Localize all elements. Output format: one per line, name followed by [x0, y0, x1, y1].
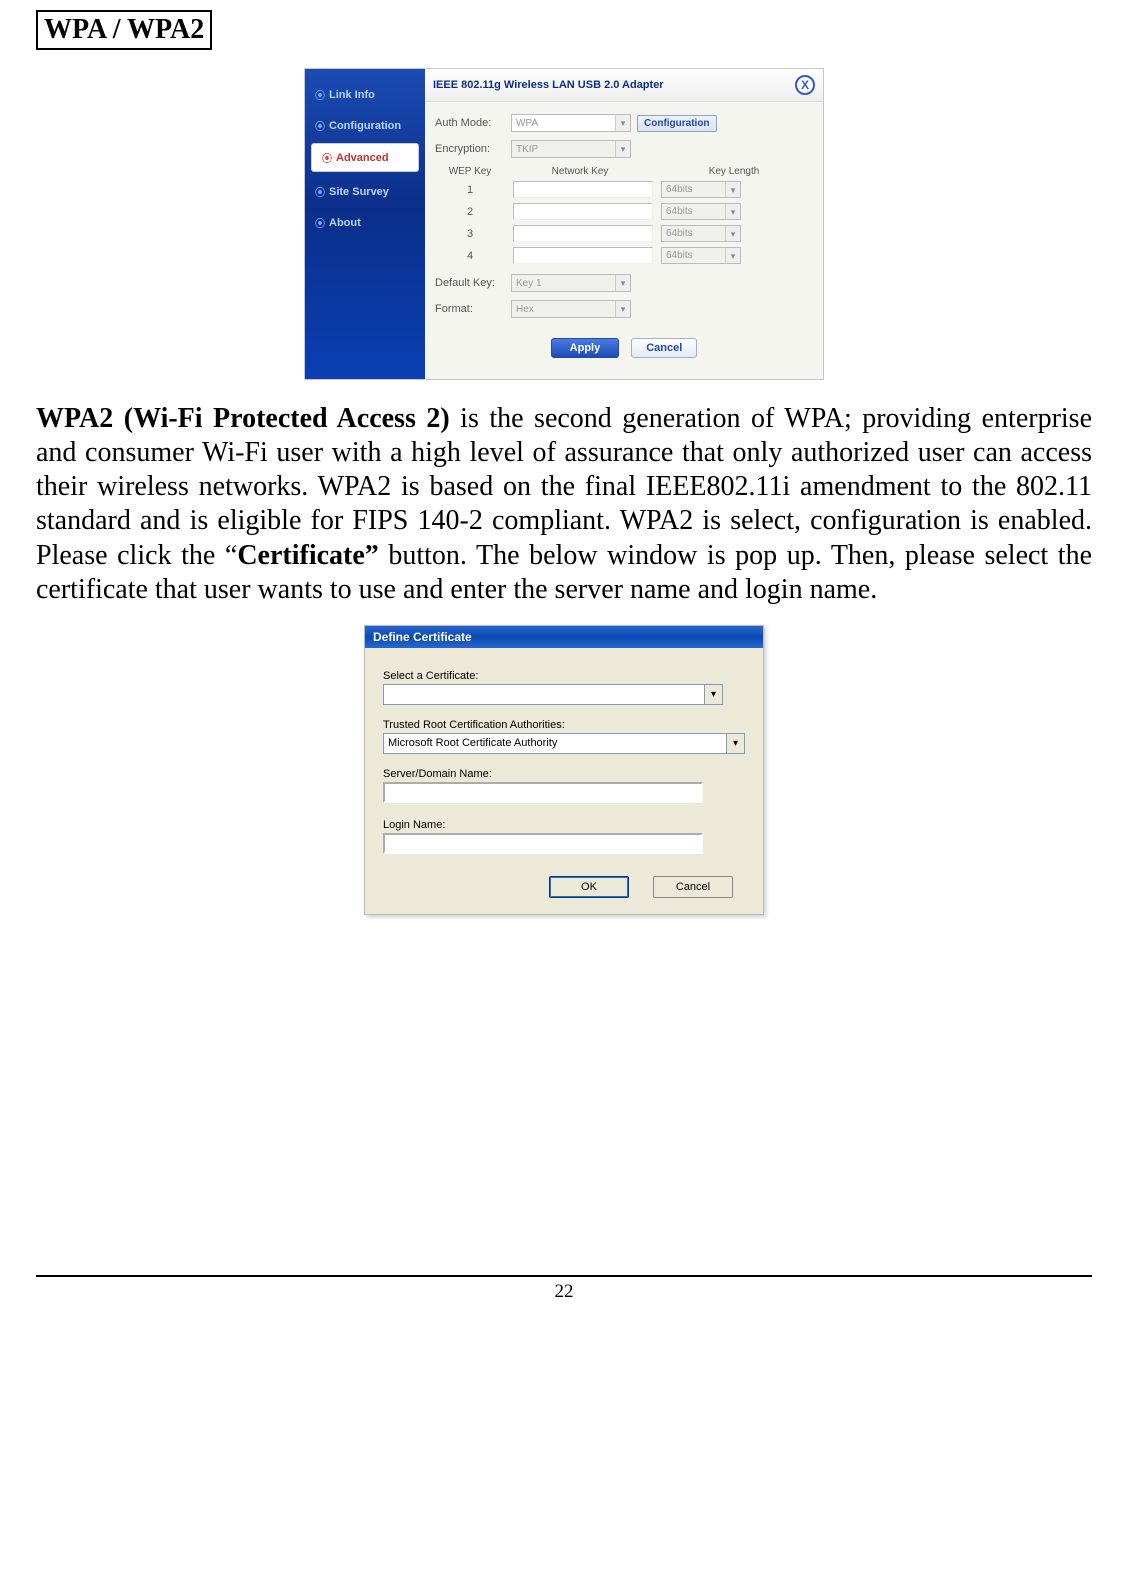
encryption-label: Encryption: — [435, 143, 505, 155]
nav-link-info[interactable]: ⦿ Link Info — [305, 81, 425, 108]
paragraph-lead: WPA2 (Wi-Fi Protected Access 2) — [36, 403, 450, 434]
auth-mode-label: Auth Mode: — [435, 117, 505, 129]
col-wep-key: WEP Key — [435, 166, 505, 177]
wep-row-3: 3 64bits — [435, 225, 813, 242]
format-label: Format: — [435, 303, 505, 315]
page-number: 22 — [36, 1275, 1092, 1303]
define-certificate-dialog: Define Certificate Select a Certificate:… — [364, 625, 764, 915]
wep-index: 2 — [435, 206, 505, 218]
wep-index: 1 — [435, 184, 505, 196]
key-length-select: 64bits — [661, 203, 741, 220]
nav-bullet-icon: ⦿ — [315, 118, 325, 133]
format-select: Hex — [511, 300, 631, 318]
key-length-select: 64bits — [661, 247, 741, 264]
nav-label: About — [329, 217, 361, 229]
nav-site-survey[interactable]: ⦿ Site Survey — [305, 178, 425, 205]
nav-configuration[interactable]: ⦿ Configuration — [305, 112, 425, 139]
select-certificate-label: Select a Certificate: — [383, 670, 745, 682]
key-length-select: 64bits — [661, 225, 741, 242]
nav-about[interactable]: ⦿ About — [305, 209, 425, 236]
apply-button[interactable]: Apply — [551, 338, 620, 358]
description-paragraph: WPA2 (Wi-Fi Protected Access 2) is the s… — [36, 402, 1092, 607]
wep-row-1: 1 64bits — [435, 181, 813, 198]
nav-label: Link Info — [329, 89, 375, 101]
nav-bullet-icon: ⦿ — [315, 215, 325, 230]
configuration-button[interactable]: Configuration — [637, 115, 717, 132]
trusted-root-combo[interactable]: Microsoft Root Certificate Authority — [383, 733, 745, 754]
key-length-select: 64bits — [661, 181, 741, 198]
encryption-select: TKIP — [511, 140, 631, 158]
nav-advanced[interactable]: ⦿ Advanced — [311, 143, 419, 172]
paragraph-certificate: Certificate” — [237, 540, 378, 571]
network-key-input[interactable] — [513, 203, 653, 220]
server-domain-input[interactable] — [383, 782, 703, 803]
nav-label: Configuration — [329, 120, 401, 132]
login-name-label: Login Name: — [383, 819, 745, 831]
auth-mode-select[interactable]: WPA — [511, 114, 631, 132]
trusted-root-label: Trusted Root Certification Authorities: — [383, 719, 745, 731]
nav-bullet-icon: ⦿ — [315, 184, 325, 199]
nav-label: Site Survey — [329, 186, 389, 198]
wep-row-2: 2 64bits — [435, 203, 813, 220]
wep-row-4: 4 64bits — [435, 247, 813, 264]
cancel-button[interactable]: Cancel — [653, 876, 733, 898]
login-name-input[interactable] — [383, 833, 703, 854]
wep-index: 4 — [435, 250, 505, 262]
cancel-button[interactable]: Cancel — [631, 338, 697, 358]
col-network-key: Network Key — [505, 166, 655, 177]
nav-sidebar: ⦿ Link Info ⦿ Configuration ⦿ Advanced ⦿ Sit… — [305, 69, 425, 379]
default-key-label: Default Key: — [435, 277, 505, 289]
nav-bullet-icon: ⦿ — [315, 87, 325, 102]
default-key-select: Key 1 — [511, 274, 631, 292]
wep-index: 3 — [435, 228, 505, 240]
server-domain-label: Server/Domain Name: — [383, 768, 745, 780]
select-certificate-combo[interactable] — [383, 684, 723, 705]
network-key-input[interactable] — [513, 181, 653, 198]
app-title: IEEE 802.11g Wireless LAN USB 2.0 Adapte… — [433, 79, 664, 91]
nav-bullet-icon: ⦿ — [322, 150, 332, 165]
adapter-utility-screenshot: ⦿ Link Info ⦿ Configuration ⦿ Advanced ⦿ Sit… — [304, 68, 824, 380]
ok-button[interactable]: OK — [549, 876, 629, 898]
section-heading: WPA / WPA2 — [36, 10, 212, 50]
nav-label: Advanced — [336, 152, 389, 164]
network-key-input[interactable] — [513, 225, 653, 242]
dialog-title: Define Certificate — [365, 626, 763, 648]
network-key-input[interactable] — [513, 247, 653, 264]
col-key-length: Key Length — [655, 166, 813, 177]
close-icon[interactable]: X — [795, 75, 815, 95]
